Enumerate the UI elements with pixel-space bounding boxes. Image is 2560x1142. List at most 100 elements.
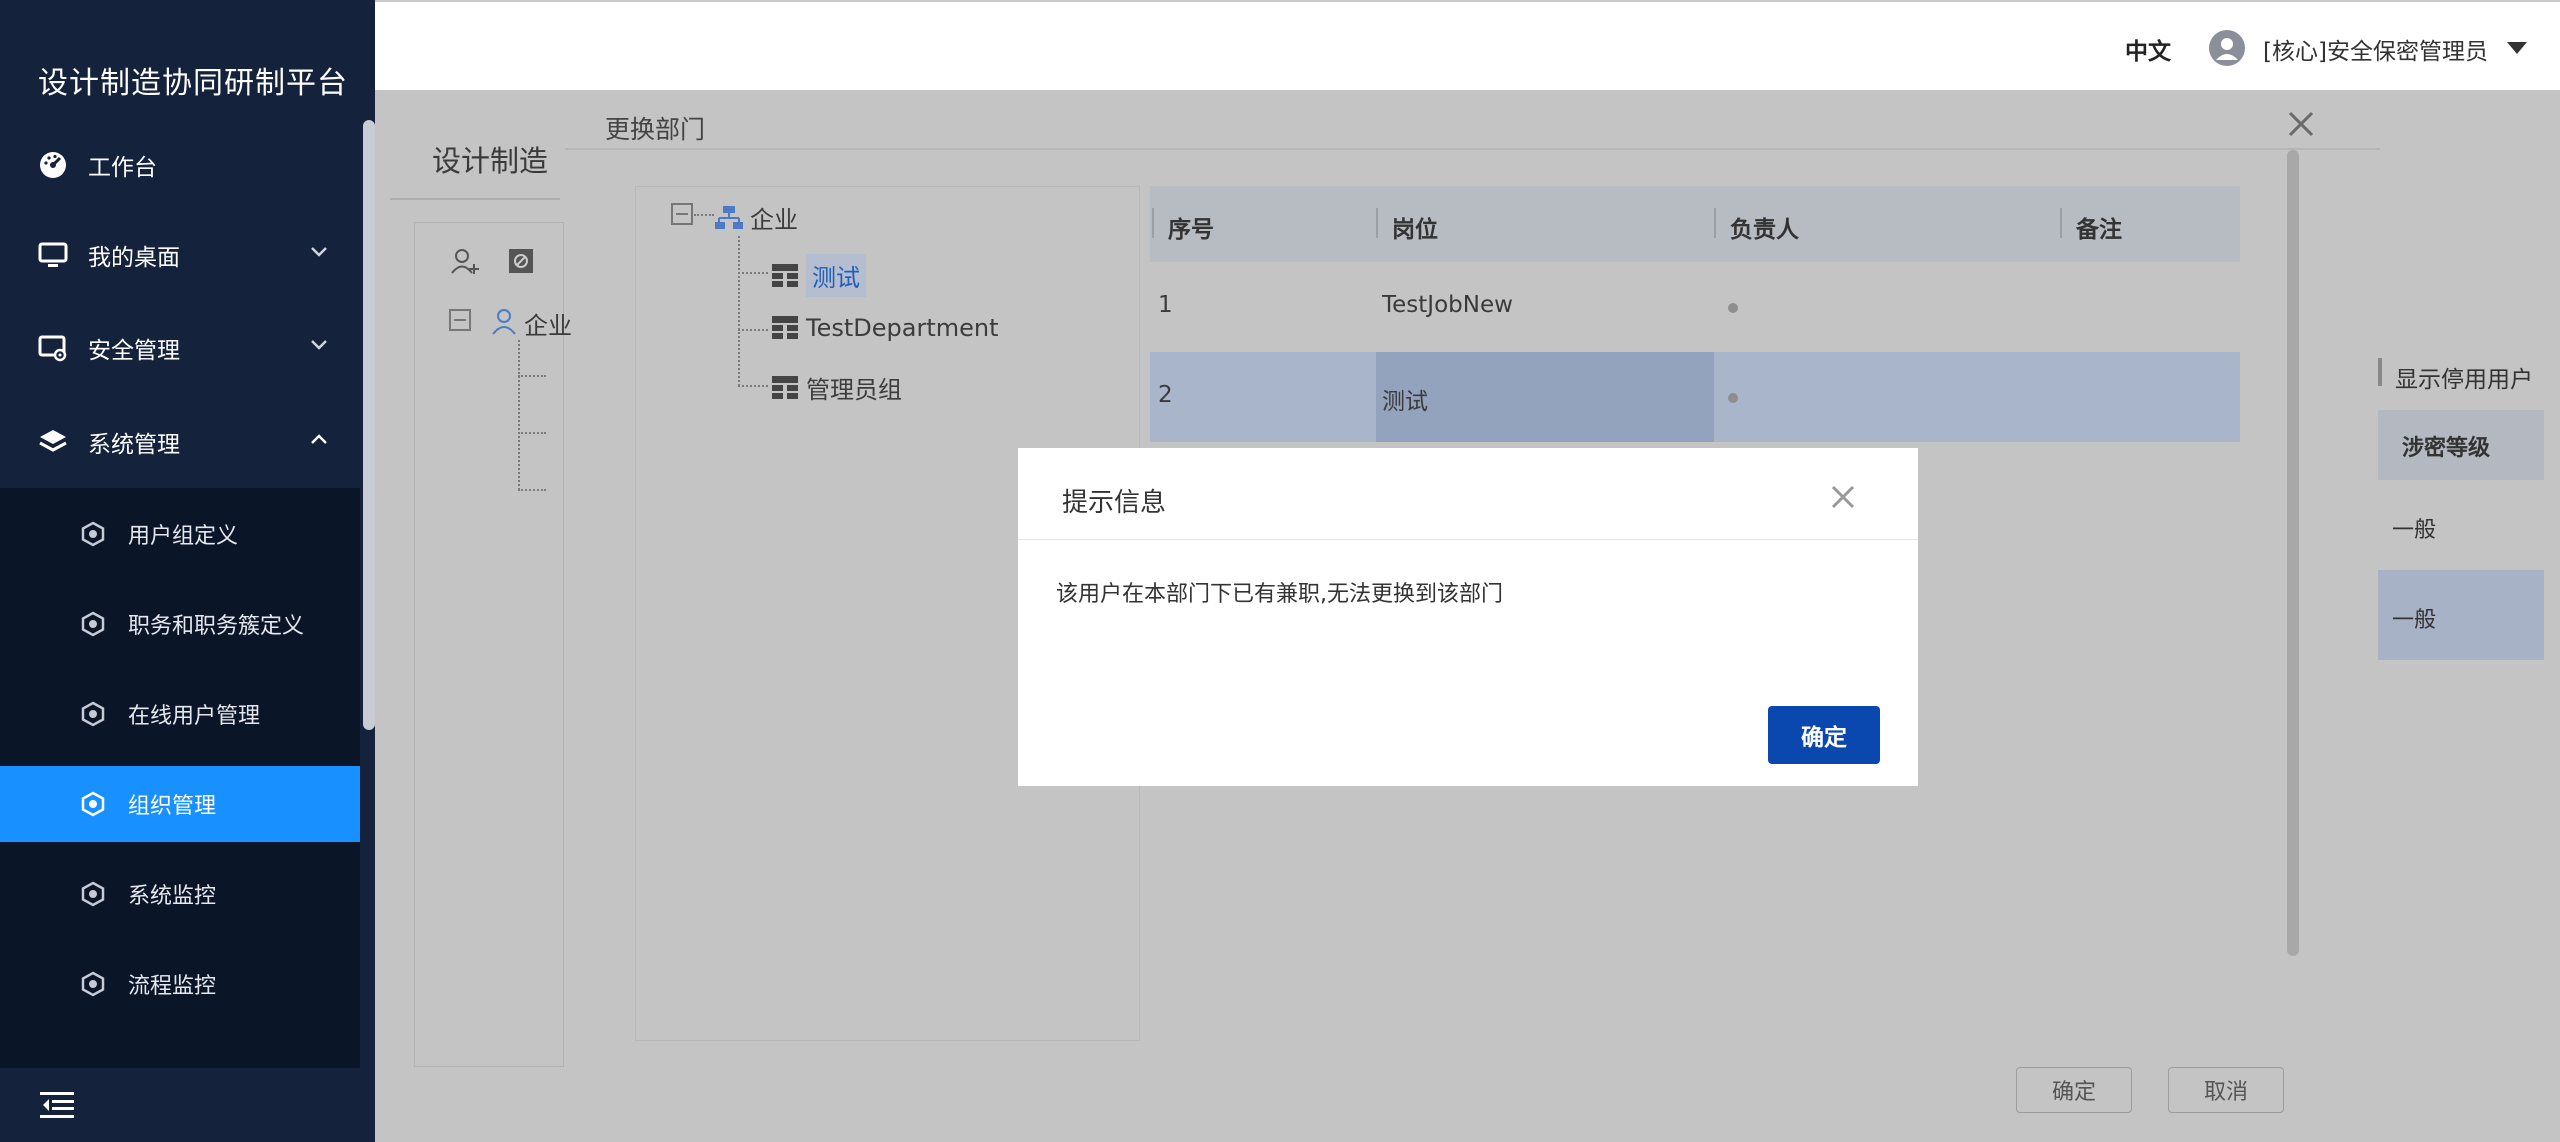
sub-item-label: 流程监控 <box>128 974 217 999</box>
alert-message: 该用户在本部门下已有兼职,无法更换到该部门 <box>1056 582 1503 607</box>
column-separator <box>1152 208 1154 238</box>
chevron-up-icon <box>311 434 327 444</box>
security-icon <box>38 333 68 363</box>
hexagon-icon <box>80 881 106 907</box>
tree-line <box>738 272 768 274</box>
tree-node-admin-group[interactable]: 管理员组 <box>770 370 902 405</box>
divider <box>1018 539 1918 540</box>
hexagon-icon <box>80 521 106 547</box>
menu-label: 系统管理 <box>88 432 180 458</box>
hexagon-icon <box>80 611 106 637</box>
column-separator <box>2060 208 2062 238</box>
monitor-icon <box>38 240 68 270</box>
tree-root-label[interactable]: 企业 <box>524 306 572 341</box>
sub-item-duty[interactable]: 职务和职务簇定义 <box>0 586 360 662</box>
tree-line <box>738 385 768 387</box>
cell-position: 测试 <box>1382 389 1428 415</box>
top-header: 中文 [核心]安全保密管理员 <box>375 0 2560 90</box>
menu-item-my-desktop[interactable]: 我的桌面 <box>0 210 360 300</box>
alert-title: 提示信息 <box>1062 488 1167 518</box>
tree-node-root[interactable]: 企业 <box>714 200 798 235</box>
tree-line <box>518 489 546 491</box>
checkbox[interactable] <box>2378 358 2382 386</box>
alert-dialog: 提示信息 该用户在本部门下已有兼职,无法更换到该部门 确定 <box>1018 448 1918 786</box>
dashboard-icon <box>38 150 68 180</box>
caret-down-icon[interactable] <box>2507 42 2527 54</box>
tree-collapse-icon[interactable] <box>448 306 478 336</box>
hexagon-icon <box>80 701 106 727</box>
close-icon[interactable] <box>1828 482 1858 512</box>
dot-icon <box>1728 393 1738 403</box>
hexagon-icon <box>80 791 106 817</box>
tree-line <box>694 214 714 216</box>
org-icon <box>715 205 743 229</box>
brand-title: 设计制造协同研制平台 <box>38 66 348 101</box>
divider <box>390 198 560 200</box>
language-switch[interactable]: 中文 <box>2125 32 2171 66</box>
collapse-menu-icon[interactable] <box>40 1090 74 1120</box>
sub-item-label: 系统监控 <box>128 884 217 909</box>
column-header[interactable]: 备注 <box>2076 210 2122 244</box>
column-header[interactable]: 序号 <box>1168 210 1214 244</box>
sidebar-scrollbar[interactable] <box>363 120 375 730</box>
user-name[interactable]: [核心]安全保密管理员 <box>2263 32 2488 66</box>
department-icon <box>772 316 798 339</box>
avatar[interactable] <box>2209 30 2245 66</box>
menu-item-workbench[interactable]: 工作台 <box>0 120 360 210</box>
disable-icon[interactable] <box>506 246 536 276</box>
dept-dialog-title: 更换部门 <box>605 115 706 144</box>
tree-node-test[interactable]: 测试 <box>770 254 866 297</box>
menu-label: 安全管理 <box>88 338 180 364</box>
menu-item-system[interactable]: 系统管理 <box>0 397 360 487</box>
column-separator <box>1714 208 1716 238</box>
dept-confirm-button[interactable]: 确定 <box>2016 1067 2132 1113</box>
chevron-down-icon <box>311 340 327 350</box>
tree-line <box>738 236 740 386</box>
sub-item-label: 职务和职务簇定义 <box>128 614 305 639</box>
org-tree-panel <box>414 222 564 1067</box>
tree-line <box>518 432 546 434</box>
tree-node-testdepartment[interactable]: TestDepartment <box>770 314 999 342</box>
department-icon <box>772 263 798 287</box>
sidebar-footer <box>0 1068 375 1142</box>
department-icon <box>772 375 798 399</box>
chevron-down-icon <box>311 247 327 257</box>
show-disabled-label[interactable]: 显示停用用户 <box>2395 360 2533 394</box>
sub-item-label: 在线用户管理 <box>128 704 261 729</box>
tree-line <box>518 340 520 490</box>
page-title: 设计制造 <box>432 144 549 178</box>
dept-cancel-button[interactable]: 取消 <box>2168 1067 2284 1113</box>
sub-item-label: 用户组定义 <box>128 524 239 549</box>
sidebar: 设计制造协同研制平台 工作台 我的桌面 安全管理 系统管理 用户组定义 职务和职… <box>0 0 375 1142</box>
sub-item-system-monitor[interactable]: 系统监控 <box>0 856 360 932</box>
menu-label: 我的桌面 <box>88 245 180 271</box>
sub-item-user-group[interactable]: 用户组定义 <box>0 496 360 572</box>
sub-item-organization[interactable]: 组织管理 <box>0 766 360 842</box>
cell-index: 1 <box>1158 292 1173 318</box>
dialog-scrollbar[interactable] <box>2287 150 2299 956</box>
ok-button[interactable]: 确定 <box>1768 706 1880 764</box>
add-user-icon[interactable] <box>450 246 480 276</box>
dot-icon <box>1728 303 1738 313</box>
hexagon-icon <box>80 971 106 997</box>
divider <box>565 148 2380 150</box>
user-group-icon <box>492 309 516 335</box>
sub-item-process-monitor[interactable]: 流程监控 <box>0 946 360 1022</box>
cell-position: TestJobNew <box>1382 292 1513 318</box>
column-header[interactable]: 岗位 <box>1392 210 1438 244</box>
user-icon <box>2216 38 2238 60</box>
sub-item-online-users[interactable]: 在线用户管理 <box>0 676 360 752</box>
menu-item-security[interactable]: 安全管理 <box>0 303 360 393</box>
sub-item-label: 组织管理 <box>128 794 217 819</box>
column-header[interactable]: 负责人 <box>1730 210 1799 244</box>
cell-index: 2 <box>1158 382 1173 408</box>
layers-icon <box>38 427 68 457</box>
table-row-selected[interactable]: 2 测试 <box>1150 352 2240 442</box>
close-icon[interactable] <box>2285 108 2317 140</box>
column-header-secret-level: 涉密等级 <box>2378 410 2544 480</box>
column-separator <box>1376 208 1378 238</box>
table-cell: 一般 <box>2392 518 2437 543</box>
table-row[interactable]: 1 TestJobNew <box>1150 262 2240 352</box>
table-cell: 一般 <box>2378 570 2544 660</box>
grid-header: 序号 岗位 负责人 备注 <box>1150 186 2240 262</box>
